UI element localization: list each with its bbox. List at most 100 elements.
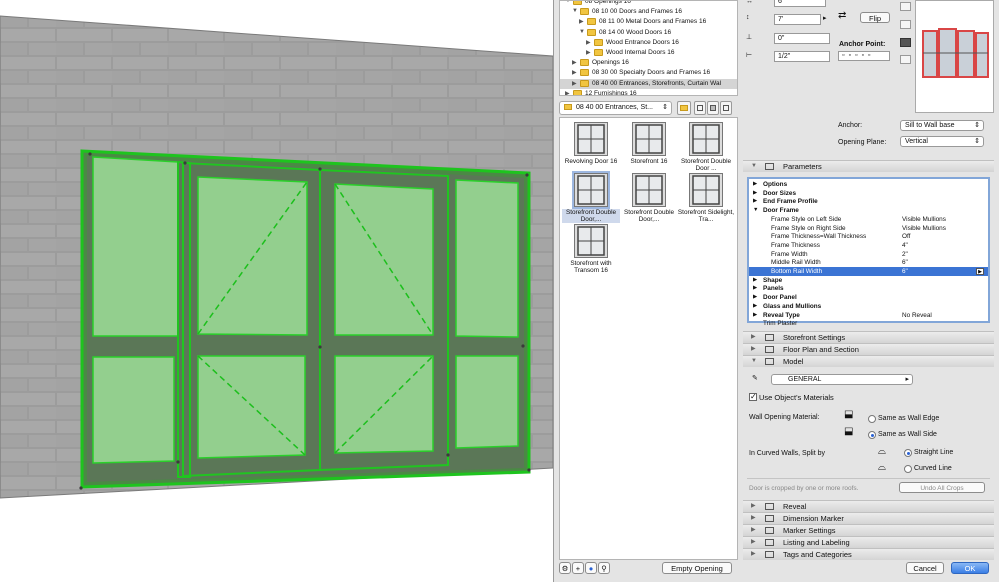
anchor-point-selector[interactable]: ▫▫▫▫▫ <box>838 51 890 61</box>
parameter-row[interactable]: Bottom Rail Width 6" ▶ <box>749 267 988 276</box>
disclosure-closed-icon[interactable]: ▶ <box>753 311 757 320</box>
parameter-row[interactable]: ▼ Door Frame <box>749 206 988 215</box>
parameter-row[interactable]: ▶ Panels <box>749 284 988 293</box>
parameter-value[interactable]: 6" <box>902 258 908 267</box>
parameter-value[interactable]: Visible Mullions <box>902 224 946 233</box>
search-button[interactable]: ⚲ <box>598 562 610 574</box>
use-objects-materials-checkbox[interactable]: ✓ <box>749 393 757 401</box>
ok-button[interactable]: OK <box>951 562 989 574</box>
disclosure-closed-icon[interactable]: ▶ <box>586 49 591 56</box>
library-object-double2[interactable]: Storefront Double Door,... <box>562 171 620 223</box>
value-popup-icon[interactable]: ▶ <box>976 268 984 275</box>
tree-item[interactable]: ▶ 08 11 00 Metal Doors and Frames 16 <box>560 17 737 27</box>
disclosure-open-icon[interactable]: ▼ <box>579 29 585 35</box>
parameter-row[interactable]: Frame Thickness=Wall Thickness Off <box>749 232 988 241</box>
disclosure-closed-icon[interactable]: ▶ <box>586 39 591 46</box>
parameter-value[interactable]: Off <box>902 232 910 241</box>
section-listing[interactable]: ▶ Listing and Labeling <box>743 536 994 548</box>
disclosure-closed-icon[interactable]: ▶ <box>753 293 757 302</box>
width-field[interactable]: 6' <box>774 0 826 7</box>
disclosure-open-icon[interactable]: ▼ <box>572 8 578 14</box>
library-manager-button[interactable]: ⚙ <box>559 562 571 574</box>
parameter-row[interactable]: ▶ Door Panel <box>749 293 988 302</box>
tree-item[interactable]: ▶ 12 Furnishings 16 <box>560 89 737 95</box>
parameter-row[interactable]: ▶ Reveal Type No Reveal <box>749 311 988 320</box>
section-model[interactable]: ▼ Model <box>743 355 994 367</box>
general-surface-popup[interactable]: GENERAL ▸ <box>771 374 913 385</box>
storefront-door-3d-model[interactable] <box>0 0 553 582</box>
section-view-button[interactable] <box>900 20 911 29</box>
tree-item[interactable]: ▼ 08 14 00 Wood Doors 16 <box>560 28 737 38</box>
parameter-row[interactable]: Frame Style on Right Side Visible Mullion… <box>749 224 988 233</box>
parameter-value[interactable]: 6" <box>902 267 908 276</box>
tree-item[interactable]: ▶ Wood Internal Doors 16 <box>560 48 737 58</box>
section-parameters[interactable]: ▼ Parameters <box>743 160 994 172</box>
parameter-value[interactable]: Visible Mullions <box>902 215 946 224</box>
new-folder-button[interactable] <box>677 101 691 115</box>
disclosure-closed-icon[interactable]: ▶ <box>753 302 757 311</box>
disclosure-closed-icon[interactable]: ▶ <box>753 284 757 293</box>
elevation-view-button[interactable] <box>900 38 911 47</box>
parameter-row[interactable]: ▶ Options <box>749 180 988 189</box>
library-path-popup[interactable]: 08 40 00 Entrances, St... ⇕ <box>559 101 672 115</box>
floor-plan-view-button[interactable] <box>900 2 911 11</box>
parameter-row[interactable]: ▶ Glass and Mullions <box>749 302 988 311</box>
disclosure-closed-icon[interactable]: ▶ <box>579 18 584 25</box>
disclosure-open-icon[interactable]: ▼ <box>565 1 571 4</box>
preview-view-button[interactable] <box>720 101 732 115</box>
disclosure-closed-icon[interactable]: ▶ <box>572 69 577 76</box>
disclosure-closed-icon[interactable]: ▶ <box>753 276 757 285</box>
disclosure-closed-icon[interactable]: ▶ <box>565 90 570 95</box>
library-object-double[interactable]: Storefront Double Door ... <box>677 122 735 172</box>
same-as-wall-side-radio[interactable] <box>868 431 876 439</box>
add-library-button[interactable]: + <box>572 562 584 574</box>
library-object-storefront[interactable]: Storefront 16 <box>620 122 678 165</box>
sill-height-field[interactable]: 0" <box>774 33 830 44</box>
tree-item[interactable]: ▼ 08 Openings 16 <box>560 1 737 7</box>
library-object-transom[interactable]: Storefront with Transom 16 <box>562 224 620 274</box>
tree-item[interactable]: ▶ Openings 16 <box>560 58 737 68</box>
parameter-row[interactable]: ▶ End Frame Profile <box>749 197 988 206</box>
parameter-value[interactable]: 4" <box>902 241 908 250</box>
library-object-grid[interactable]: Revolving Door 16 Storefront 16 Storefront… <box>559 117 738 560</box>
disclosure-closed-icon[interactable]: ▶ <box>753 180 757 189</box>
library-object-sidelight[interactable]: Storefront Sidelight, Tra... <box>677 173 735 223</box>
section-tags[interactable]: ▶ Tags and Categories <box>743 548 994 560</box>
disclosure-closed-icon[interactable]: ▶ <box>753 197 757 206</box>
3d-view-button[interactable] <box>900 55 911 64</box>
icon-view-button[interactable] <box>707 101 719 115</box>
anchor-popup[interactable]: Sill to Wall base ⇕ <box>900 120 984 131</box>
offset-field[interactable]: 1/2" <box>774 51 830 62</box>
flip-button[interactable]: Flip <box>860 12 890 23</box>
disclosure-closed-icon[interactable]: ▶ <box>572 59 577 66</box>
parameters-list[interactable]: ▶ Options ▶ Door Sizes ▶ End Frame Profile ▼ Do… <box>747 177 990 327</box>
undo-all-crops-button[interactable]: Undo All Crops <box>899 482 985 493</box>
section-reveal[interactable]: ▶ Reveal <box>743 500 994 512</box>
parameter-row[interactable]: ▶ Door Sizes <box>749 189 988 198</box>
disclosure-open-icon[interactable]: ▼ <box>753 206 758 215</box>
cancel-button[interactable]: Cancel <box>906 562 944 574</box>
parameter-row[interactable]: Frame Style on Left Side Visible Mullions <box>749 215 988 224</box>
parameter-row[interactable]: Middle Rail Width 6" <box>749 258 988 267</box>
tree-item[interactable]: ▶ 08 40 00 Entrances, Storefronts, Curtai… <box>560 78 737 89</box>
height-field[interactable]: 7' <box>774 14 821 25</box>
parameter-row[interactable]: Frame Width 2" <box>749 250 988 259</box>
disclosure-closed-icon[interactable]: ▶ <box>572 80 577 87</box>
tree-item[interactable]: ▶ 08 30 00 Specialty Doors and Frames 16 <box>560 68 737 78</box>
tree-item[interactable]: ▶ Wood Entrance Doors 16 <box>560 38 737 48</box>
library-object-revolving[interactable]: Revolving Door 16 <box>562 122 620 165</box>
same-as-wall-edge-radio[interactable] <box>868 415 876 423</box>
parameter-row[interactable]: Frame Thickness 4" <box>749 241 988 250</box>
opening-plane-popup[interactable]: Vertical ⇕ <box>900 136 984 147</box>
curved-line-radio[interactable] <box>904 465 912 473</box>
library-folder-tree[interactable]: ▼ 08 Openings 16 ▼ 08 10 00 Doors and Frame… <box>559 0 738 96</box>
section-floor-plan[interactable]: ▶ Floor Plan and Section <box>743 343 994 355</box>
section-marker-settings[interactable]: ▶ Marker Settings <box>743 524 994 536</box>
globe-button[interactable]: ● <box>585 562 597 574</box>
library-object-double3[interactable]: Storefront Double Door,... <box>620 173 678 223</box>
empty-opening-button[interactable]: Empty Opening <box>662 562 732 574</box>
parameter-row[interactable]: Trim Plaster <box>749 319 988 328</box>
3d-viewport[interactable] <box>0 0 553 582</box>
list-view-button[interactable] <box>694 101 706 115</box>
straight-line-radio[interactable] <box>904 449 912 457</box>
